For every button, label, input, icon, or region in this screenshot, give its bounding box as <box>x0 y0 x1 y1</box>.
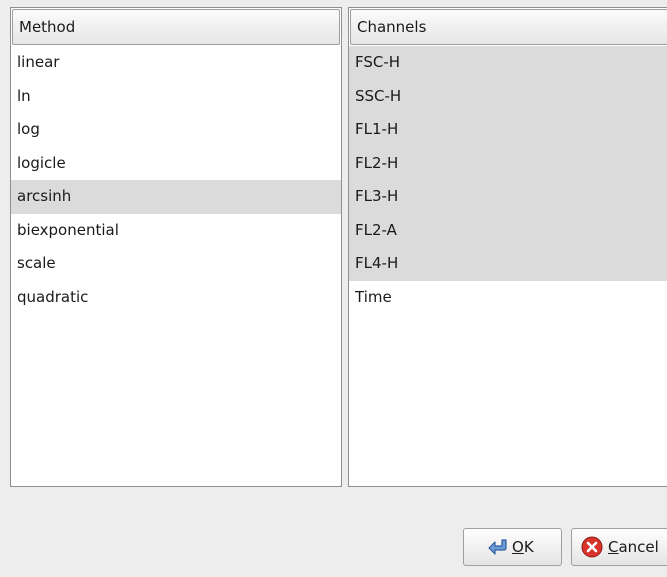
cancel-button-label: Cancel <box>608 538 659 556</box>
method-item-ln[interactable]: ln <box>11 80 341 114</box>
method-list[interactable]: linear ln log logicle arcsinh biexponent… <box>11 46 341 314</box>
channel-item-fl2-h[interactable]: FL2-H <box>349 146 667 180</box>
channel-item-fl4-h[interactable]: FL4-H <box>349 247 667 281</box>
method-item-linear[interactable]: linear <box>11 46 341 80</box>
channel-list[interactable]: FSC-H SSC-H FL1-H FL2-H FL3-H FL2-A FL4-… <box>349 46 667 314</box>
channel-item-fsc-h[interactable]: FSC-H <box>349 46 667 80</box>
method-item-scale[interactable]: scale <box>11 247 341 281</box>
channel-item-fl2-a[interactable]: FL2-A <box>349 213 667 247</box>
cancel-button[interactable]: Cancel <box>571 528 667 566</box>
channel-item-fl3-h[interactable]: FL3-H <box>349 180 667 214</box>
channel-item-ssc-h[interactable]: SSC-H <box>349 79 667 113</box>
dialog-button-bar <box>0 498 667 577</box>
method-item-logicle[interactable]: logicle <box>11 147 341 181</box>
ok-button-label: OK <box>512 538 534 556</box>
method-list-pane[interactable]: Method linear ln log logicle arcsinh bie… <box>10 7 342 487</box>
method-item-arcsinh[interactable]: arcsinh <box>11 180 341 214</box>
channel-item-fl1-h[interactable]: FL1-H <box>349 113 667 147</box>
channels-column-header[interactable]: Channels <box>350 9 667 45</box>
method-item-quadratic[interactable]: quadratic <box>11 281 341 315</box>
ok-button[interactable]: OK <box>463 528 562 566</box>
channel-list-pane[interactable]: Channels FSC-H SSC-H FL1-H FL2-H FL3-H F… <box>348 7 667 487</box>
method-item-log[interactable]: log <box>11 113 341 147</box>
channel-item-time[interactable]: Time <box>349 281 667 315</box>
cancel-x-icon <box>580 535 604 559</box>
method-item-biexponential[interactable]: biexponential <box>11 214 341 248</box>
arrow-return-icon <box>486 535 510 559</box>
method-column-header[interactable]: Method <box>12 9 340 45</box>
